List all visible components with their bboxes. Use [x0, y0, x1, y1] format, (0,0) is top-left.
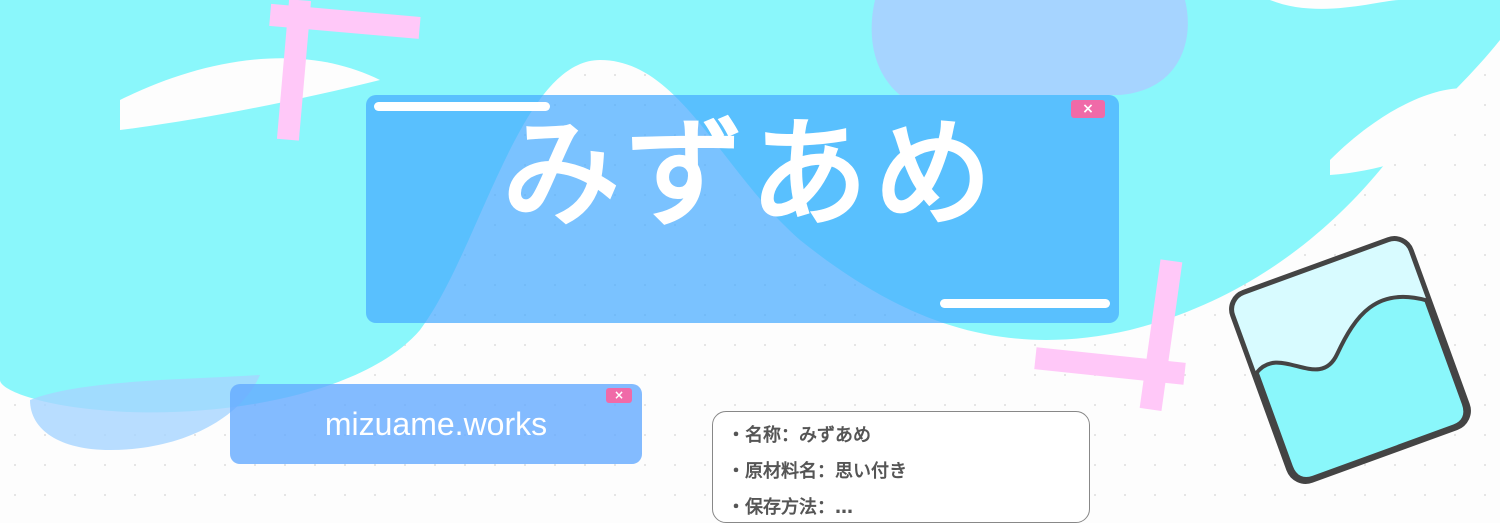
info-storage: ・保存方法：… [727, 497, 853, 518]
info-name: ・名称：みずあめ [727, 425, 871, 446]
close-icon[interactable]: × [606, 388, 632, 403]
blue-blob-top [871, 0, 1188, 95]
info-ingredients: ・原材料名：思い付き [727, 461, 907, 482]
url-window: × mizuame.works [230, 384, 642, 464]
page-title: みずあめ [501, 105, 998, 243]
info-box: ・名称：みずあめ ・原材料名：思い付き ・保存方法：… [712, 411, 1090, 523]
site-url[interactable]: mizuame.works [230, 406, 642, 443]
bottom-bar-line [940, 299, 1110, 308]
